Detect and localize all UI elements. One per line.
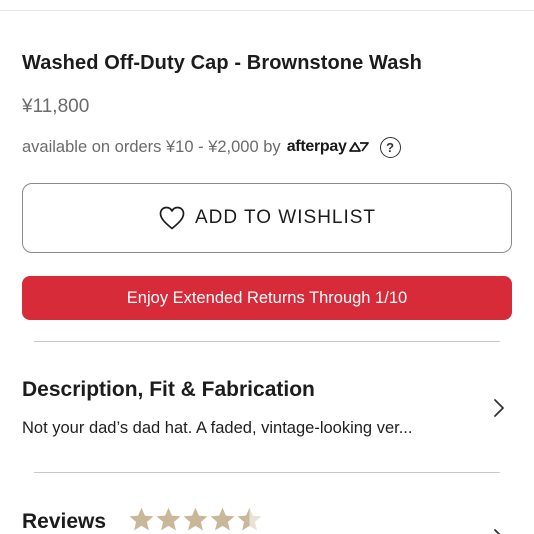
star-half-icon <box>237 507 262 531</box>
description-title: Description, Fit & Fabrication <box>22 378 315 401</box>
star-icon <box>129 507 154 531</box>
reviews-title: Reviews <box>22 510 107 533</box>
afterpay-info: available on orders ¥10 - ¥2,000 by afte… <box>22 136 401 158</box>
top-divider <box>0 10 534 11</box>
afterpay-logo: afterpay <box>287 138 370 156</box>
chevron-right-icon[interactable] <box>490 398 508 418</box>
star-icon <box>210 507 235 531</box>
add-to-wishlist-button[interactable]: ADD TO WISHLIST <box>22 183 512 253</box>
star-rating <box>128 506 263 533</box>
afterpay-brand-text: afterpay <box>286 138 347 155</box>
description-preview: Not your dad’s dad hat. A faded, vintage… <box>22 419 413 437</box>
chevron-right-icon[interactable] <box>490 528 508 534</box>
wishlist-label: ADD TO WISHLIST <box>194 207 377 228</box>
description-accordion[interactable]: Description, Fit & Fabrication Not your … <box>0 366 534 454</box>
help-icon[interactable]: ? <box>379 136 401 158</box>
reviews-accordion[interactable]: Reviews <box>0 500 534 534</box>
extended-returns-button[interactable]: Enjoy Extended Returns Through 1/10 <box>22 276 512 320</box>
star-icon <box>183 507 208 531</box>
star-icon <box>156 507 181 531</box>
heart-outline-icon <box>158 205 186 231</box>
product-title: Washed Off-Duty Cap - Brownstone Wash <box>22 52 422 74</box>
section-divider <box>34 341 500 342</box>
afterpay-arrows-icon <box>348 142 369 152</box>
afterpay-text: available on orders ¥10 - ¥2,000 by <box>22 137 281 156</box>
section-divider <box>34 472 500 473</box>
product-price: ¥11,800 <box>22 96 90 117</box>
